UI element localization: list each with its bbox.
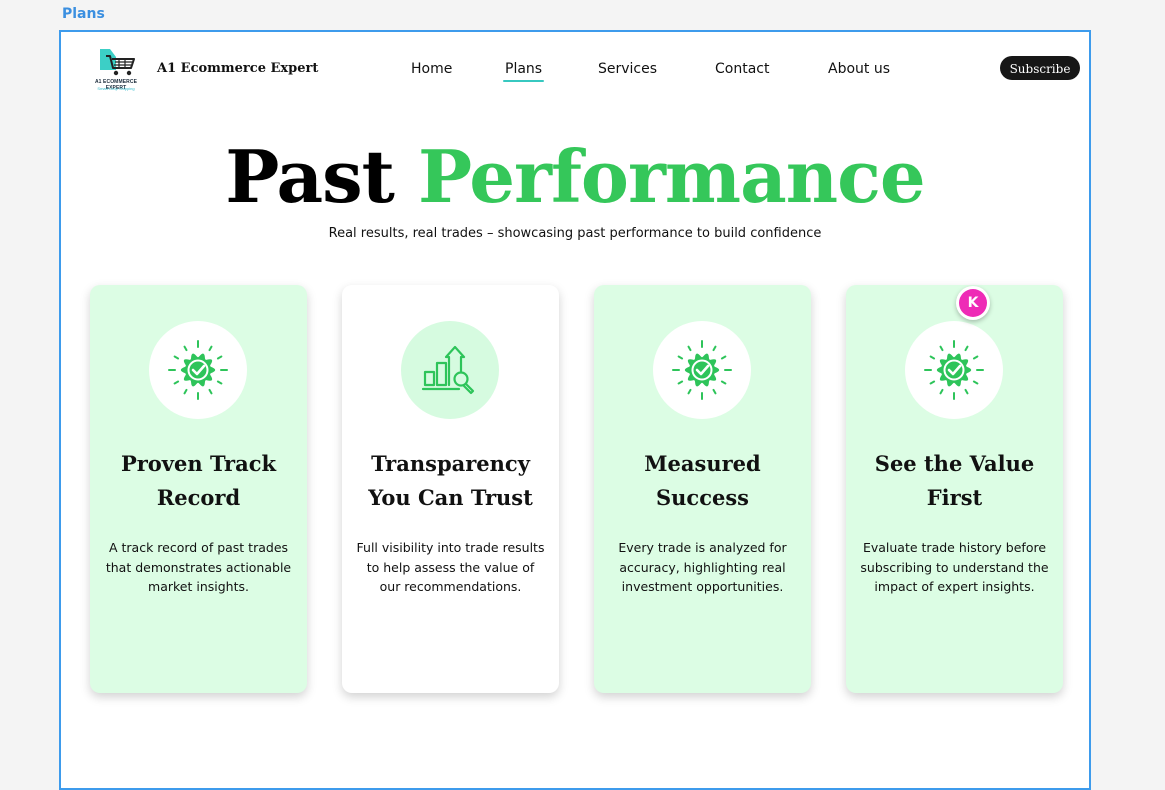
card-measured-success: Measured Success Every trade is analyzed…: [594, 285, 811, 693]
badge-check-icon: [672, 340, 732, 400]
card-icon-circle: [401, 321, 499, 419]
page-frame: A1 ECOMMERCE EXPERT Smart Drop Shipping …: [59, 30, 1091, 790]
title-performance: Performance: [418, 134, 926, 219]
nav-home[interactable]: Home: [411, 61, 452, 77]
shopping-cart-icon: [100, 49, 135, 76]
card-text: Evaluate trade history before subscribin…: [860, 540, 1049, 594]
card-transparency: Transparency You Can Trust Full visibili…: [342, 285, 559, 693]
card-icon-circle: [905, 321, 1003, 419]
frame-label: Plans: [62, 6, 105, 22]
page-title: Past Performance: [61, 134, 1089, 220]
brand-name: A1 Ecommerce Expert: [157, 61, 319, 76]
title-past: Past: [225, 134, 395, 219]
card-title: Transparency You Can Trust: [368, 451, 533, 510]
nav-about-us[interactable]: About us: [828, 61, 890, 77]
nav-plans[interactable]: Plans: [502, 61, 545, 82]
subscribe-button[interactable]: Subscribe: [1000, 56, 1080, 80]
card-text: Full visibility into trade results to he…: [356, 540, 545, 594]
avatar-initial: K: [959, 289, 987, 317]
page-subtitle: Real results, real trades – showcasing p…: [328, 226, 822, 241]
badge-check-icon: [924, 340, 984, 400]
card-title: Measured Success: [644, 451, 761, 510]
card-proven-track-record: Proven Track Record A track record of pa…: [90, 285, 307, 693]
logo-tagline: Smart Drop Shipping: [97, 86, 135, 91]
card-icon-circle: [653, 321, 751, 419]
card-see-the-value-first: See the Value First Evaluate trade histo…: [846, 285, 1063, 693]
nav-services[interactable]: Services: [598, 61, 657, 77]
card-icon-circle: [149, 321, 247, 419]
card-text: A track record of past trades that demon…: [105, 540, 292, 594]
card-text: Every trade is analyzed for accuracy, hi…: [618, 540, 787, 594]
nav-contact[interactable]: Contact: [715, 61, 769, 77]
avatar[interactable]: K: [956, 286, 990, 320]
chart-search-icon: [421, 345, 475, 395]
badge-check-icon: [168, 340, 228, 400]
logo[interactable]: A1 ECOMMERCE EXPERT Smart Drop Shipping: [86, 48, 146, 92]
card-title: See the Value First: [874, 451, 1035, 510]
card-title: Proven Track Record: [120, 451, 277, 510]
